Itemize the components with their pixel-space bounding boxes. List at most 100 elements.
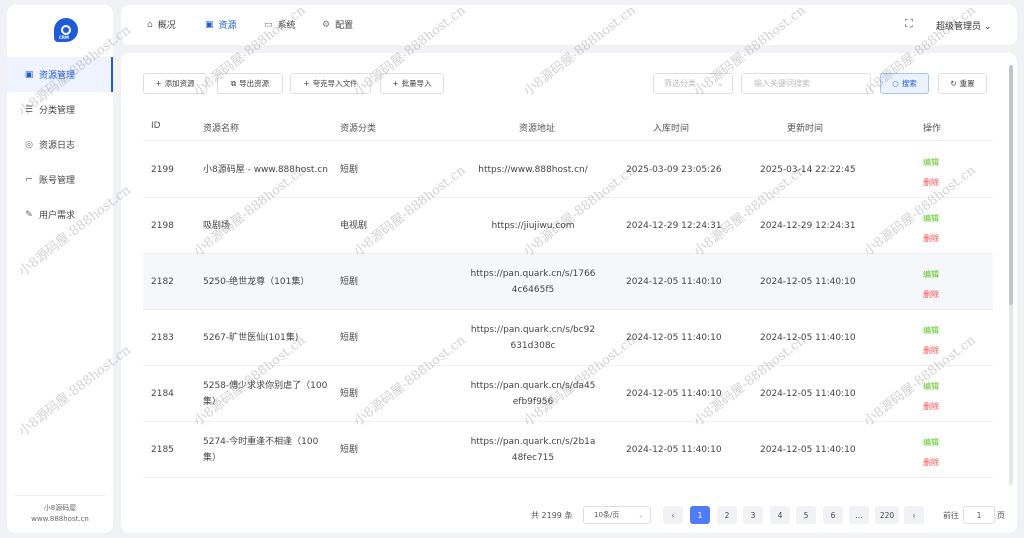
- export-resource-button[interactable]: ⧉ 导出资源: [217, 73, 283, 94]
- page-button[interactable]: 6: [823, 506, 843, 524]
- refresh-icon: ↻: [950, 79, 957, 88]
- sidebar-item-resources[interactable]: ▣ 资源管理: [7, 57, 113, 92]
- sidebar-item-label: 分类管理: [39, 106, 76, 116]
- cell-id: 2185: [151, 444, 174, 455]
- cell-updated: 2024-12-29 12:24:31: [760, 220, 856, 231]
- table-row: 2199 小8源码屋 - www.888host.cn 短剧 https://w…: [143, 142, 993, 198]
- sidebar-item-logs[interactable]: ◎ 资源日志: [7, 127, 113, 162]
- category-filter-select[interactable]: 筛选分类 ⌄: [653, 73, 733, 94]
- import-quark-button[interactable]: + 夸克导入文件: [290, 73, 371, 94]
- pen-icon: ✎: [25, 209, 33, 220]
- fullscreen-icon[interactable]: ⛶: [905, 17, 913, 31]
- edit-button[interactable]: 编辑: [923, 377, 939, 397]
- delete-button[interactable]: 删除: [923, 341, 939, 361]
- sliders-icon: ☰: [24, 104, 34, 115]
- cell-updated: 2024-12-05 11:40:10: [760, 388, 856, 399]
- edit-button[interactable]: 编辑: [923, 153, 939, 173]
- sidebar-item-label: 用户需求: [39, 211, 76, 221]
- pagination: 共 2199 条 10条/页 ⌄ ‹ 1 2 3 4 5 6 ... 220 › …: [121, 503, 1017, 527]
- row-actions: 编辑 删除: [923, 321, 939, 361]
- search-button[interactable]: ○ 搜索: [880, 73, 929, 94]
- cell-created: 2024-12-29 12:24:31: [626, 220, 722, 231]
- compass-icon: ◎: [25, 139, 33, 150]
- table-row: 2182 5250-绝世龙尊（101集） 短剧 https://pan.quar…: [143, 254, 993, 310]
- button-label: 导出资源: [239, 79, 270, 88]
- user-menu[interactable]: 超级管理员 ⌄: [936, 19, 991, 32]
- edit-button[interactable]: 编辑: [923, 321, 939, 341]
- delete-button[interactable]: 删除: [923, 173, 939, 193]
- cell-category: 短剧: [340, 276, 359, 287]
- tab-resources[interactable]: ▣ 资源: [205, 18, 237, 32]
- cell-updated: 2024-12-05 11:40:10: [760, 276, 856, 287]
- button-label: 重置: [959, 79, 975, 88]
- main-panel: + 添加资源 ⧉ 导出资源 + 夸克导入文件 + 批量导入 筛选分类 ⌄ 输入关键词搜索 …: [121, 53, 1017, 533]
- delete-button[interactable]: 删除: [923, 229, 939, 249]
- sidebar-item-categories[interactable]: ☰ 分类管理: [7, 92, 113, 127]
- cell-name: 小8源码屋 - www.888host.cn: [203, 164, 328, 175]
- cell-updated: 2024-12-05 11:40:10: [760, 444, 856, 455]
- sidebar-item-requests[interactable]: ✎ 用户需求: [7, 197, 113, 232]
- cell-created: 2024-12-05 11:40:10: [626, 444, 722, 455]
- delete-button[interactable]: 删除: [923, 285, 939, 305]
- chevron-down-icon: ⌄: [981, 22, 992, 32]
- col-category: 资源分类: [340, 124, 377, 134]
- goto-page-input[interactable]: 1: [963, 506, 995, 524]
- search-icon: ○: [892, 79, 899, 88]
- page-button[interactable]: 2: [717, 506, 737, 524]
- batch-import-button[interactable]: + 批量导入: [380, 73, 444, 94]
- page-size-value: 10条/页: [594, 511, 620, 519]
- page-button[interactable]: 4: [770, 506, 790, 524]
- tab-label: 概况: [157, 21, 176, 31]
- scrollbar-thumb[interactable]: [1009, 65, 1013, 305]
- cell-name: 5258-傅少求求你别虐了（100集）: [203, 380, 328, 407]
- sidebar-item-label: 资源日志: [39, 141, 76, 151]
- button-label: 批量导入: [401, 79, 432, 88]
- tab-system[interactable]: ▭ 系统: [264, 18, 296, 32]
- row-actions: 编辑 删除: [923, 433, 939, 473]
- table-header: ID 资源名称 资源分类 资源地址 入库时间 更新时间 操作: [143, 111, 993, 141]
- cell-id: 2184: [151, 388, 174, 399]
- sidebar-item-accounts[interactable]: ⌐ 账号管理: [7, 162, 113, 197]
- goto-label: 前往: [943, 511, 959, 520]
- button-label: 搜索: [901, 79, 917, 88]
- tab-label: 资源: [218, 21, 237, 31]
- cell-created: 2024-12-05 11:40:10: [626, 388, 722, 399]
- row-actions: 编辑 删除: [923, 209, 939, 249]
- sidebar-item-label: 账号管理: [39, 176, 76, 186]
- footer-site-url: www.888host.cn: [31, 515, 89, 523]
- total-count: 共 2199 条: [531, 511, 573, 520]
- row-actions: 编辑 删除: [923, 265, 939, 305]
- page-button[interactable]: 220: [875, 506, 899, 524]
- edit-button[interactable]: 编辑: [923, 433, 939, 453]
- tab-label: 配置: [335, 21, 354, 31]
- edit-button[interactable]: 编辑: [923, 209, 939, 229]
- prev-page-button[interactable]: ‹: [663, 506, 683, 524]
- page-size-select[interactable]: 10条/页 ⌄: [583, 506, 651, 524]
- reset-button[interactable]: ↻ 重置: [938, 73, 987, 94]
- logo-text: CRM: [59, 35, 69, 40]
- row-actions: 编辑 删除: [923, 153, 939, 193]
- page-button[interactable]: 5: [796, 506, 816, 524]
- user-name: 超级管理员: [936, 22, 982, 32]
- add-resource-button[interactable]: + 添加资源: [143, 73, 207, 94]
- cell-created: 2024-12-05 11:40:10: [626, 332, 722, 343]
- tab-settings[interactable]: ⚙ 配置: [322, 18, 354, 32]
- page-ellipsis-button[interactable]: ...: [849, 506, 869, 524]
- tab-overview[interactable]: ⌂ 概况: [147, 18, 176, 32]
- sidebar-footer: 小8源码屋 www.888host.cn: [7, 503, 113, 525]
- top-nav: ⌂ 概况 ▣ 资源 ▭ 系统 ⚙ 配置 ⛶ 超级管理员 ⌄: [121, 5, 1017, 45]
- button-label: 添加资源: [164, 79, 195, 88]
- next-page-button[interactable]: ›: [904, 506, 924, 524]
- cell-name: 5267-旷世医仙(101集): [203, 332, 299, 343]
- edit-button[interactable]: 编辑: [923, 265, 939, 285]
- cell-category: 短剧: [340, 444, 359, 455]
- search-input[interactable]: 输入关键词搜索: [741, 73, 871, 94]
- scrollbar[interactable]: [1009, 65, 1013, 485]
- page-unit-label: 页: [997, 511, 1005, 520]
- delete-button[interactable]: 删除: [923, 397, 939, 417]
- col-name: 资源名称: [203, 124, 240, 134]
- col-id: ID: [151, 121, 161, 131]
- page-button[interactable]: 1: [690, 506, 710, 524]
- delete-button[interactable]: 删除: [923, 453, 939, 473]
- page-button[interactable]: 3: [743, 506, 763, 524]
